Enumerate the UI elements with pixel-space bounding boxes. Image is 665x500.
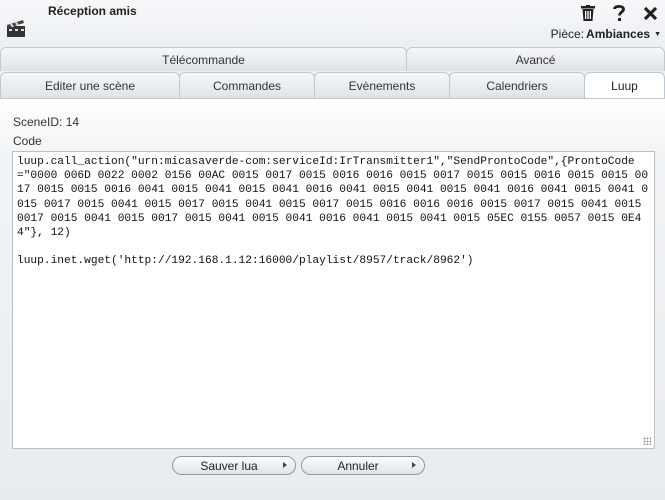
save-lua-button[interactable]: Sauver lua — [172, 456, 296, 475]
cancel-button[interactable]: Annuler — [301, 456, 425, 475]
room-value: Ambiances — [586, 27, 651, 41]
room-selector[interactable]: Pièce: Ambiances ▼ — [551, 27, 661, 41]
tab-evenements[interactable]: Evènements — [314, 72, 450, 98]
trash-icon[interactable] — [579, 2, 597, 24]
arrow-right-icon — [283, 462, 287, 468]
room-label: Pièce: — [550, 27, 585, 41]
tab-telecommande[interactable]: Télécommande — [0, 47, 407, 71]
tab-row-bottom: Editer une scène Commandes Evènements Ca… — [0, 72, 665, 99]
code-editor[interactable]: luup.call_action("urn:micasaverde-com:se… — [12, 151, 655, 449]
arrow-right-icon — [412, 462, 416, 468]
chevron-down-icon: ▼ — [654, 30, 661, 38]
window-controls — [579, 2, 659, 24]
cancel-label: Annuler — [337, 458, 379, 473]
title-bar: Réception amis Pièce: Ambiances ▼ — [0, 0, 665, 46]
scene-id: SceneID: 14 — [13, 115, 80, 129]
save-lua-label: Sauver lua — [200, 458, 258, 473]
tab-row-top: Télécommande Avancé — [0, 47, 665, 71]
luup-panel: SceneID: 14 Code luup.call_action("urn:m… — [0, 98, 665, 500]
tab-calendriers[interactable]: Calendriers — [449, 72, 585, 98]
action-buttons: Sauver lua Annuler — [172, 456, 425, 475]
close-icon[interactable] — [641, 2, 659, 24]
question-mark-icon[interactable] — [610, 2, 628, 24]
tab-editer-une-scene[interactable]: Editer une scène — [0, 72, 180, 98]
window-title: Réception amis — [48, 4, 137, 18]
tab-luup[interactable]: Luup — [584, 72, 665, 99]
code-label: Code — [13, 134, 42, 148]
clapperboard-icon — [7, 20, 25, 37]
resize-grip-icon[interactable] — [643, 437, 651, 445]
code-text: luup.call_action("urn:micasaverde-com:se… — [17, 156, 649, 268]
tab-commandes[interactable]: Commandes — [179, 72, 315, 98]
tab-avance[interactable]: Avancé — [406, 47, 665, 71]
